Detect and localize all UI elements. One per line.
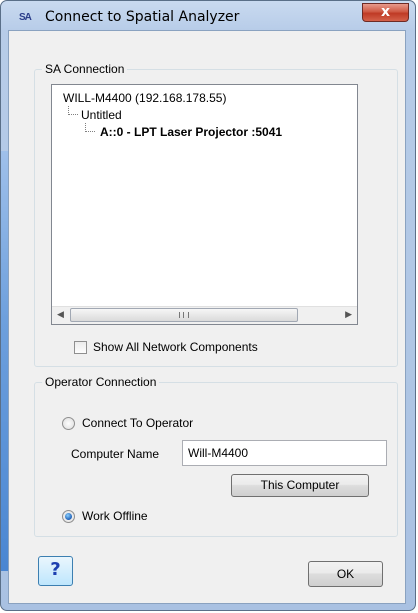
help-button[interactable]: ? [38,556,73,586]
scroll-left-icon[interactable]: ◀ [57,309,64,320]
connect-to-operator-label[interactable]: Connect To Operator [82,416,193,430]
horizontal-scrollbar[interactable]: ◀ ▶ [52,306,357,324]
computer-name-input[interactable] [182,440,387,466]
this-computer-button[interactable]: This Computer [231,474,369,497]
window-title: Connect to Spatial Analyzer [45,9,240,25]
grip-icon [179,312,189,318]
computer-name-label: Computer Name [71,447,160,461]
connect-to-operator-radio[interactable] [62,417,75,430]
show-all-network-label[interactable]: Show All Network Components [93,340,258,354]
tree-connector [68,106,78,115]
tree-connector [85,123,95,132]
tree-node-laser-projector[interactable]: A::0 - LPT Laser Projector :5041 [100,125,282,139]
connection-tree[interactable]: WILL-M4400 (192.168.178.55) Untitled A::… [51,84,358,325]
tree-node-computer[interactable]: WILL-M4400 (192.168.178.55) [63,91,226,105]
scroll-right-icon[interactable]: ▶ [345,309,352,320]
work-offline-radio[interactable] [62,510,75,523]
sa-app-icon: SA [19,12,32,23]
help-icon: ? [50,559,61,580]
close-button[interactable]: x [362,3,409,22]
close-icon: x [380,4,391,20]
show-all-network-checkbox[interactable] [74,341,87,354]
operator-connection-group-label: Operator Connection [42,375,160,389]
sa-connection-group-label: SA Connection [42,62,128,76]
title-bar[interactable]: SA Connect to Spatial Analyzer x [1,1,415,31]
ok-button[interactable]: OK [308,561,383,587]
scrollbar-thumb[interactable] [70,308,298,322]
work-offline-label[interactable]: Work Offline [82,509,148,523]
tree-node-untitled[interactable]: Untitled [81,108,122,122]
